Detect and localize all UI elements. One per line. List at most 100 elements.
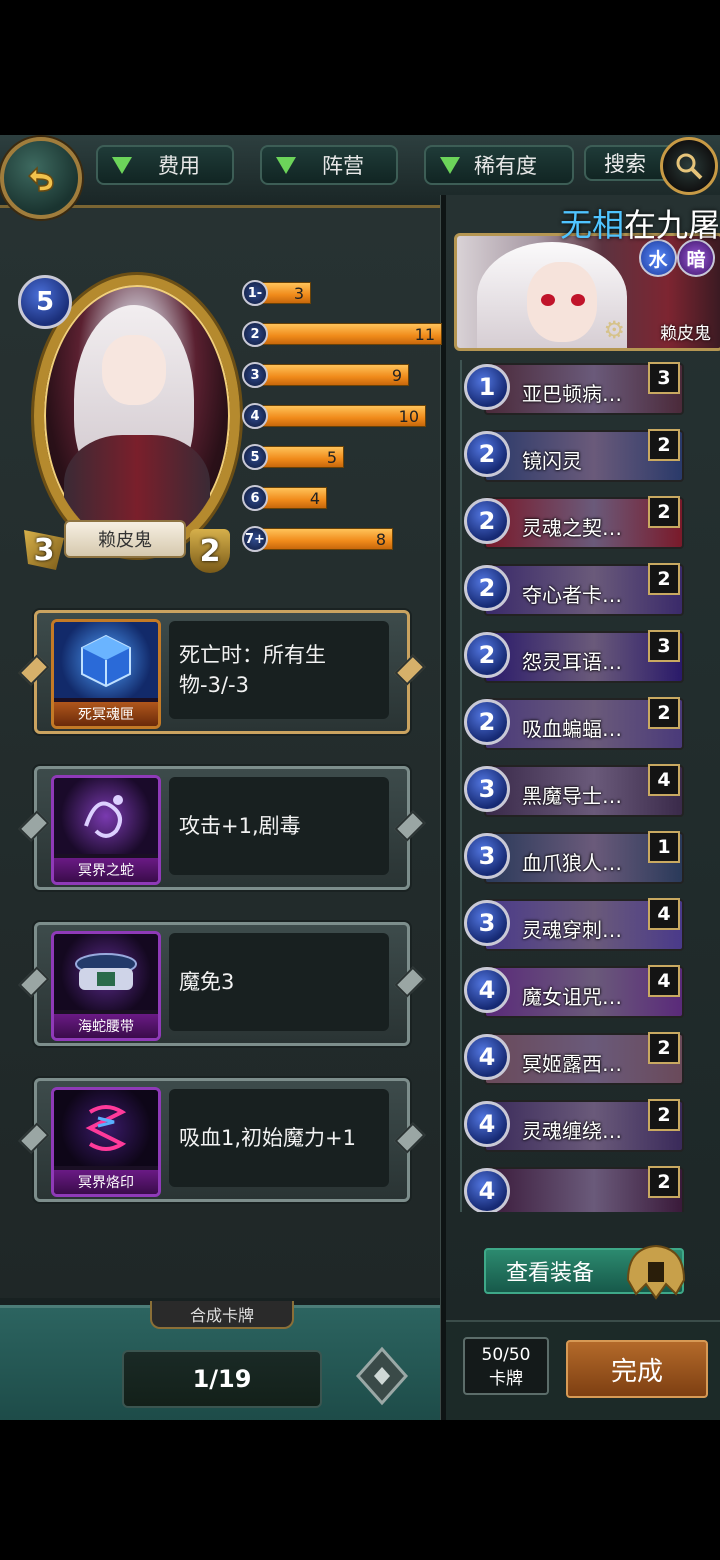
deck-builder-screen: 费用 阵营 稀有度 搜索 5 赖皮鬼 3 2 1- 3 2 11 3 9 4 10 5 5 6 bbox=[0, 135, 720, 1420]
card-cost-badge: 4 bbox=[464, 967, 510, 1013]
mana-cost-badge: 7+ bbox=[242, 526, 268, 552]
card-name: 灵魂穿刺… bbox=[522, 918, 622, 942]
card-name: 魔女诅咒… bbox=[522, 985, 622, 1009]
card-copy-count: 3 bbox=[648, 362, 680, 394]
equipment-card[interactable]: 冥界之蛇 攻击+1,剧毒 bbox=[18, 766, 426, 890]
mana-cost-badge: 3 bbox=[242, 362, 268, 388]
search-label: 搜索 bbox=[604, 152, 646, 176]
deck-card-row[interactable]: 黑魔导士… 3 4 bbox=[462, 762, 690, 820]
card-count-label: 卡牌 bbox=[489, 1369, 523, 1389]
deck-card-row[interactable]: 冥姬露西… 4 2 bbox=[462, 1030, 690, 1088]
card-count-value: 50/50 bbox=[481, 1345, 531, 1365]
deck-card-row[interactable]: 夺心者卡… 2 2 bbox=[462, 561, 690, 619]
card-copy-count: 2 bbox=[648, 697, 680, 729]
done-button[interactable]: 完成 bbox=[566, 1340, 708, 1398]
deck-title[interactable]: 无相在九屠 bbox=[560, 200, 720, 246]
card-copy-count: 3 bbox=[648, 630, 680, 662]
deck-card-row[interactable]: 怨灵耳语… 2 3 bbox=[462, 628, 690, 686]
deck-card-row[interactable]: 灵魂穿刺… 3 4 bbox=[462, 896, 690, 954]
brand-icon: 冥界烙印 bbox=[51, 1087, 161, 1197]
card-cost-badge: 3 bbox=[464, 766, 510, 812]
mana-curve-bar: 11 bbox=[262, 323, 442, 345]
hero-health: 2 bbox=[190, 529, 230, 573]
card-name: 亚巴顿病… bbox=[522, 382, 622, 406]
page-indicator: 1/19 bbox=[122, 1350, 322, 1408]
belt-icon: 海蛇腰带 bbox=[51, 931, 161, 1041]
faction-filter-label: 阵营 bbox=[322, 154, 364, 178]
mana-cost-badge: 5 bbox=[242, 444, 268, 470]
equipment-description: 死亡时：所有生物-3/-3 bbox=[169, 621, 389, 719]
equipment-description: 吸血1,初始魔力+1 bbox=[169, 1089, 389, 1187]
deck-hero-name: 赖皮鬼 bbox=[660, 324, 711, 344]
mana-curve-bar: 4 bbox=[262, 487, 327, 509]
card-copy-count: 2 bbox=[648, 1032, 680, 1064]
mana-cost-badge: 4 bbox=[242, 403, 268, 429]
faction-filter-dropdown[interactable]: 阵营 bbox=[260, 145, 398, 185]
equipment-description: 魔免3 bbox=[169, 933, 389, 1031]
cost-filter-dropdown[interactable]: 费用 bbox=[96, 145, 234, 185]
deck-card-row[interactable]: 42 bbox=[462, 1164, 690, 1212]
card-cost-badge: 4 bbox=[464, 1101, 510, 1147]
mana-curve-row: 64 bbox=[242, 485, 327, 511]
equipment-card[interactable]: 冥界烙印 吸血1,初始魔力+1 bbox=[18, 1078, 426, 1202]
gear-icon[interactable]: ⚙ bbox=[603, 316, 625, 344]
serpent-icon: 冥界之蛇 bbox=[51, 775, 161, 885]
soul-box-icon: 死冥魂匣 bbox=[51, 619, 161, 729]
rarity-filter-dropdown[interactable]: 稀有度 bbox=[424, 145, 574, 185]
golden-helmet-icon bbox=[618, 1236, 694, 1312]
deck-card-row[interactable]: 亚巴顿病… 1 3 bbox=[462, 360, 690, 418]
card-copy-count: 2 bbox=[648, 496, 680, 528]
card-cost-badge: 2 bbox=[464, 699, 510, 745]
equipment-card[interactable]: 死冥魂匣 死亡时：所有生物-3/-3 bbox=[18, 610, 426, 734]
deck-title-highlight: 无相 bbox=[560, 206, 625, 244]
mana-cost-badge: 6 bbox=[242, 485, 268, 511]
equipment-name: 死冥魂匣 bbox=[54, 702, 158, 726]
card-cost-badge: 3 bbox=[464, 900, 510, 946]
back-button[interactable] bbox=[0, 137, 82, 219]
deck-card-row[interactable]: 血爪狼人… 3 1 bbox=[462, 829, 690, 887]
card-name: 怨灵耳语… bbox=[522, 650, 622, 674]
mana-curve-bar: 10 bbox=[262, 405, 426, 427]
deck-card-row[interactable]: 镜闪灵 2 2 bbox=[462, 427, 690, 485]
card-cost-badge: 4 bbox=[464, 1034, 510, 1080]
mana-curve-row: 1- 3 bbox=[242, 280, 311, 306]
equipment-name: 冥界之蛇 bbox=[54, 858, 158, 882]
magnifier-icon[interactable] bbox=[660, 137, 718, 195]
deck-hero-banner[interactable]: 水 暗 ⚙ 赖皮鬼 bbox=[454, 233, 720, 351]
deck-card-row[interactable]: 灵魂之契… 2 2 bbox=[462, 494, 690, 552]
mana-curve-bar: 3 bbox=[262, 282, 311, 304]
dropdown-triangle-icon bbox=[112, 156, 132, 174]
card-copy-count: 2 bbox=[648, 429, 680, 461]
mana-cost-badge: 1- bbox=[242, 280, 268, 306]
mana-curve-row: 7+ 8 bbox=[242, 526, 393, 552]
card-name: 灵魂之契… bbox=[522, 516, 622, 540]
deck-card-row[interactable]: 吸血蝙蝠… 2 2 bbox=[462, 695, 690, 753]
mana-curve-row: 4 10 bbox=[242, 403, 426, 429]
card-count: 50/50 卡牌 bbox=[463, 1337, 549, 1395]
card-name: 黑魔导士… bbox=[522, 784, 622, 808]
hero-name-ribbon: 赖皮鬼 bbox=[64, 520, 186, 558]
card-copy-count: 2 bbox=[648, 1099, 680, 1131]
card-cost-badge: 1 bbox=[464, 364, 510, 410]
card-cost-badge: 2 bbox=[464, 565, 510, 611]
mana-curve-row: 39 bbox=[242, 362, 409, 388]
card-name: 吸血蝙蝠… bbox=[522, 717, 622, 741]
hero-cost-badge: 5 bbox=[18, 275, 72, 329]
deck-card-row[interactable]: 灵魂缠绕… 4 2 bbox=[462, 1097, 690, 1155]
craft-cards-tab[interactable]: 合成卡牌 bbox=[150, 1301, 294, 1329]
deck-card-list[interactable]: 亚巴顿病… 1 3 镜闪灵 2 2 灵魂之契… 2 2 夺心者卡… 2 2 怨灵耳语… 2 3 吸血蝙蝠… 2 2… bbox=[460, 360, 690, 1212]
next-page-button[interactable] bbox=[350, 1341, 414, 1411]
deck-card-row[interactable]: 魔女诅咒… 4 4 bbox=[462, 963, 690, 1021]
card-cost-badge: 2 bbox=[464, 632, 510, 678]
card-copy-count: 1 bbox=[648, 831, 680, 863]
equipment-description: 攻击+1,剧毒 bbox=[169, 777, 389, 875]
dropdown-triangle-icon bbox=[276, 156, 296, 174]
mana-cost-badge: 2 bbox=[242, 321, 268, 347]
deck-title-rest: 在九屠 bbox=[624, 206, 720, 244]
dropdown-triangle-icon bbox=[440, 156, 460, 174]
mana-curve-row: 55 bbox=[242, 444, 344, 470]
equipment-card[interactable]: 海蛇腰带 魔免3 bbox=[18, 922, 426, 1046]
next-arrow-icon bbox=[355, 1346, 409, 1406]
card-copy-count: 2 bbox=[648, 1166, 680, 1198]
mana-curve-bar: 5 bbox=[262, 446, 344, 468]
